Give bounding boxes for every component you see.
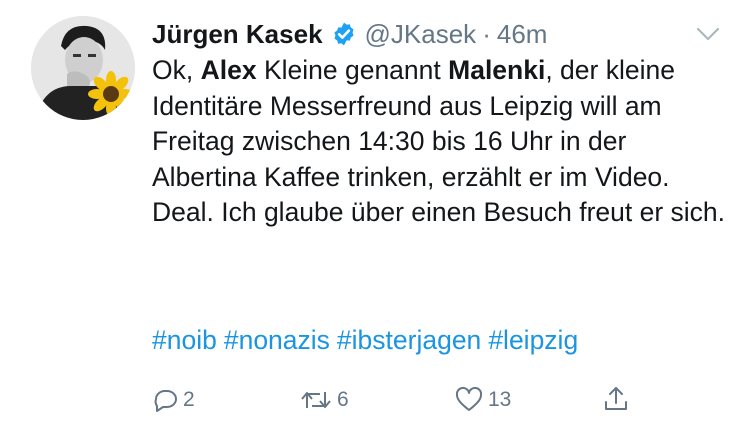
tweet-actions: 2 6 13	[0, 382, 750, 418]
heart-icon	[455, 386, 483, 411]
avatar-image	[31, 16, 135, 120]
retweet-button[interactable]: 6	[299, 386, 349, 414]
author-handle[interactable]: @JKasek	[365, 19, 477, 50]
avatar[interactable]	[31, 16, 135, 120]
hashtag-link[interactable]: #nonazis	[224, 325, 330, 355]
retweet-icon	[301, 392, 331, 408]
text-segment: Kleine genannt	[256, 55, 449, 85]
tweet-header: Jürgen Kasek @JKasek · 46m	[152, 12, 547, 56]
author-name[interactable]: Jürgen Kasek	[152, 19, 323, 50]
share-button[interactable]	[602, 384, 630, 414]
hashtag-link[interactable]: #noib	[152, 325, 217, 355]
share-icon	[605, 387, 627, 410]
text-segment: Ok,	[152, 55, 201, 85]
like-count: 13	[488, 388, 512, 411]
tweet-text: Ok, Alex Kleine genannt Malenki, der kle…	[152, 53, 727, 231]
reply-button[interactable]: 2	[151, 386, 195, 414]
verified-badge-icon	[333, 22, 354, 46]
like-button[interactable]: 13	[454, 386, 511, 414]
tweet-timestamp[interactable]: 46m	[497, 19, 548, 50]
retweet-count: 6	[337, 388, 349, 411]
text-bold-malenki: Malenki	[448, 55, 546, 85]
hashtag-link[interactable]: #ibsterjagen	[337, 325, 481, 355]
chevron-down-icon[interactable]	[696, 24, 720, 44]
reply-icon	[154, 390, 177, 412]
hashtag-link[interactable]: #leipzig	[488, 325, 578, 355]
hashtag-list: #noib #nonazis #ibsterjagen #leipzig	[152, 322, 585, 358]
text-bold-alex: Alex	[200, 55, 257, 85]
reply-count: 2	[183, 388, 195, 411]
separator-dot: ·	[482, 18, 491, 49]
